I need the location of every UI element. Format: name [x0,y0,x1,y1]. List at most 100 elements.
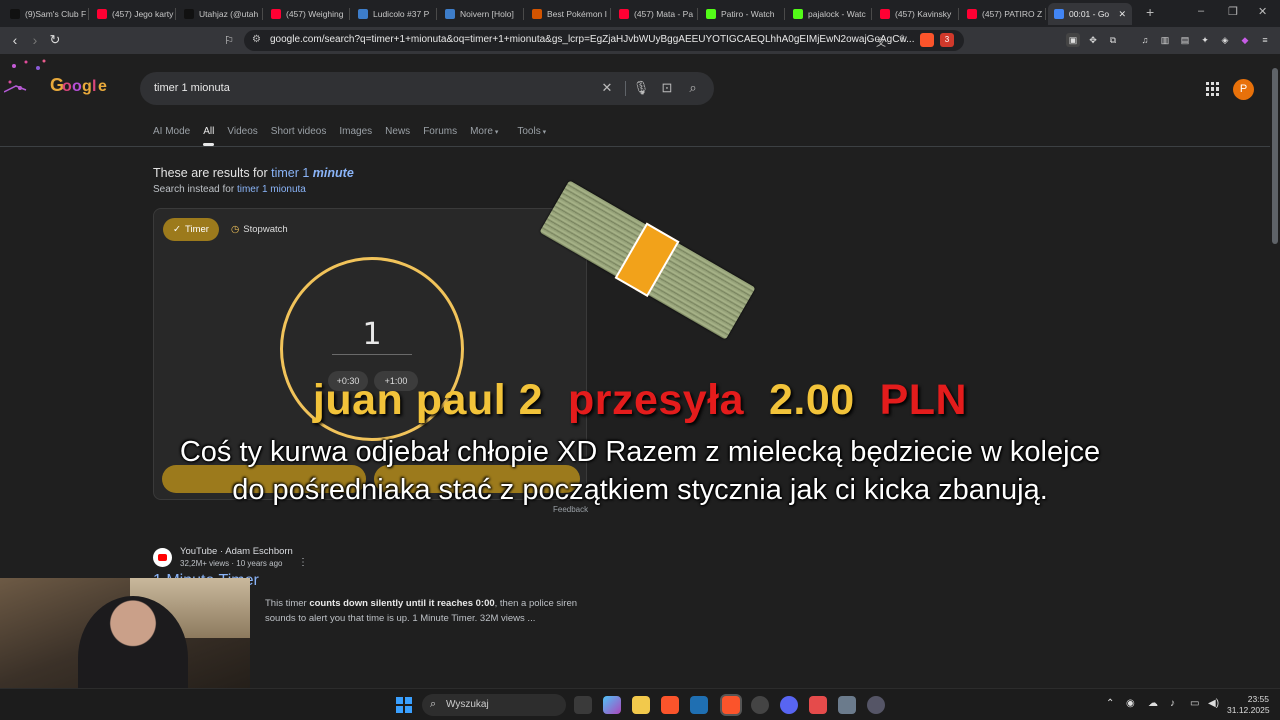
account-avatar[interactable]: P [1233,79,1254,100]
brave-active-icon[interactable] [722,696,740,714]
tray-cloud-icon[interactable]: ☁ [1148,698,1158,709]
extensions-puzzle-icon[interactable]: ✥ [1086,33,1100,47]
result-source[interactable]: YouTube · Adam Eschborn [180,546,293,557]
vpn-icon[interactable]: ◈ [1218,33,1232,47]
more-options-icon[interactable]: ⋮ [298,557,308,568]
timer-display[interactable]: 1 [330,317,414,352]
browser-tab[interactable]: Best Pokémon I [526,3,611,25]
system-clock[interactable]: 23:55 31.12.2025 [1227,694,1270,716]
search-tab[interactable]: Forums [423,126,457,137]
microphone-tray-icon[interactable]: ♪ [1170,698,1175,709]
browser-tab[interactable]: Utahjaz (@utah [178,3,263,25]
close-window-icon[interactable]: ✕ [1258,5,1267,18]
store-icon[interactable] [690,696,708,714]
apps-grid-icon[interactable] [1206,82,1220,96]
close-tab-icon[interactable]: ✕ [1118,9,1126,20]
file-explorer-icon[interactable] [632,696,650,714]
clear-icon[interactable]: ✕ [599,80,615,96]
lens-icon[interactable]: ⊡ [659,80,675,96]
search-query-text[interactable]: timer 1 mionuta [154,82,230,94]
stopwatch-chip[interactable]: ◷ Stopwatch [231,218,288,241]
browser-tab[interactable]: Ludicolo #37 P [352,3,437,25]
page-scrollbar[interactable] [1270,54,1280,688]
brave-shields-icon[interactable] [920,33,934,47]
maximize-icon[interactable]: ❐ [1228,5,1238,18]
taskbar-search[interactable]: ⌕ Wyszukaj [422,694,566,716]
calculator-icon[interactable] [838,696,856,714]
sidebar-icon[interactable]: ▥ [1158,33,1172,47]
network-icon[interactable]: ▭ [1190,698,1199,709]
profile-extension-icon[interactable]: ◆ [1238,33,1252,47]
vivaldi-icon[interactable] [809,696,827,714]
browser-tab[interactable]: 00:01 - Go ✕ [1048,3,1132,25]
search-tab[interactable]: Tools ▾ [517,126,546,137]
volume-icon[interactable]: ◀) [1208,698,1219,709]
tray-app-icon[interactable]: ◉ [1126,698,1135,709]
obs-icon[interactable] [751,696,769,714]
correction-prefix: These are results for [153,166,272,180]
bookmark-icon[interactable]: ⚐ [220,31,238,49]
browser-tab-label: Utahjaz (@utah [199,9,259,19]
task-view-icon[interactable] [574,696,592,714]
corrected-query-link[interactable]: timer 1 minute [271,166,354,180]
browser-tab-label: Noivern [Holo] [460,9,514,19]
address-bar[interactable]: ⚙ google.com/search?q=timer+1+mionuta&oq… [244,30,964,51]
donation-message: Coś ty kurwa odjebał chłopie XD Razem z … [179,436,1101,506]
search-box[interactable]: timer 1 mionuta ✕ 🎙 ⊡ ⌕ [140,72,714,105]
search-tab[interactable]: More ▾ [470,126,498,137]
scrollbar-thumb[interactable] [1272,68,1278,244]
browser-tab-label: (457) Kavinsky [895,9,952,19]
search-tab[interactable]: Images [339,126,372,137]
tiktok-icon [184,9,194,19]
browser-tab[interactable]: (457) Kavinsky [874,3,959,25]
search-tab[interactable]: AI Mode [153,126,190,137]
timer-chip[interactable]: ✓ Timer [163,218,219,241]
forward-button[interactable]: › [26,31,44,49]
original-query-link[interactable]: timer 1 mionuta [237,184,306,195]
tray-overflow-icon[interactable]: ⌃ [1106,698,1114,709]
brave-browser-icon[interactable] [661,696,679,714]
microphone-icon[interactable]: 🎙 [633,80,650,96]
browser-tab[interactable]: Noivern [Holo] [439,3,524,25]
wallet-icon[interactable]: ▤ [1178,33,1192,47]
leo-ai-icon[interactable]: ✦ [1198,33,1212,47]
search-tab-label: More [470,126,493,137]
search-tab[interactable]: All [203,126,215,146]
google-doodle-logo[interactable]: G o o g l e [3,58,114,98]
screenshot-icon[interactable]: ⧉ [1106,33,1120,47]
browser-tab[interactable]: Patiro - Watch [700,3,785,25]
pokemon-icon [445,9,455,19]
donation-amount: 2.00 [768,376,855,424]
search-tab[interactable]: Short videos [271,126,327,137]
copilot-icon[interactable] [603,696,621,714]
youtube-icon [271,9,281,19]
settings-icon[interactable] [867,696,885,714]
browser-tab[interactable]: (457) Mata - Pa [613,3,698,25]
browser-tab[interactable]: (9)Sam's Club F [4,3,89,25]
browser-tab-label: (457) PATIRO Z [982,9,1043,19]
new-tab-button[interactable]: + [1146,4,1154,20]
minimize-icon[interactable]: – [1198,5,1204,17]
brave-rewards-icon[interactable]: 3 [940,33,954,47]
back-button[interactable]: ‹ [6,31,24,49]
windows-start-icon[interactable] [396,697,412,713]
donation-currency: PLN [879,376,968,424]
reload-button[interactable]: ↻ [46,31,64,49]
extension-icon[interactable]: ▣ [1066,33,1080,47]
browser-tab[interactable]: (457) Weighing [265,3,350,25]
search-tab[interactable]: News [385,126,410,137]
search-icon[interactable]: ⌕ [685,80,701,96]
browser-tab[interactable]: (457) Jego karty [91,3,176,25]
media-icon[interactable]: ♫ [1138,33,1152,47]
kick-icon [793,9,803,19]
share-icon[interactable]: ⇪ [898,34,906,45]
browser-tab[interactable]: pajalock - Watc [787,3,872,25]
discord-icon[interactable] [780,696,798,714]
check-icon: ✓ [173,224,182,235]
chevron-down-icon: ▾ [492,129,499,136]
search-tab[interactable]: Videos [227,126,257,137]
translate-icon[interactable]: 文 [876,34,886,49]
site-info-icon[interactable]: ⚙ [252,34,261,45]
menu-icon[interactable]: ≡ [1258,33,1272,47]
browser-tab[interactable]: (457) PATIRO Z [961,3,1046,25]
